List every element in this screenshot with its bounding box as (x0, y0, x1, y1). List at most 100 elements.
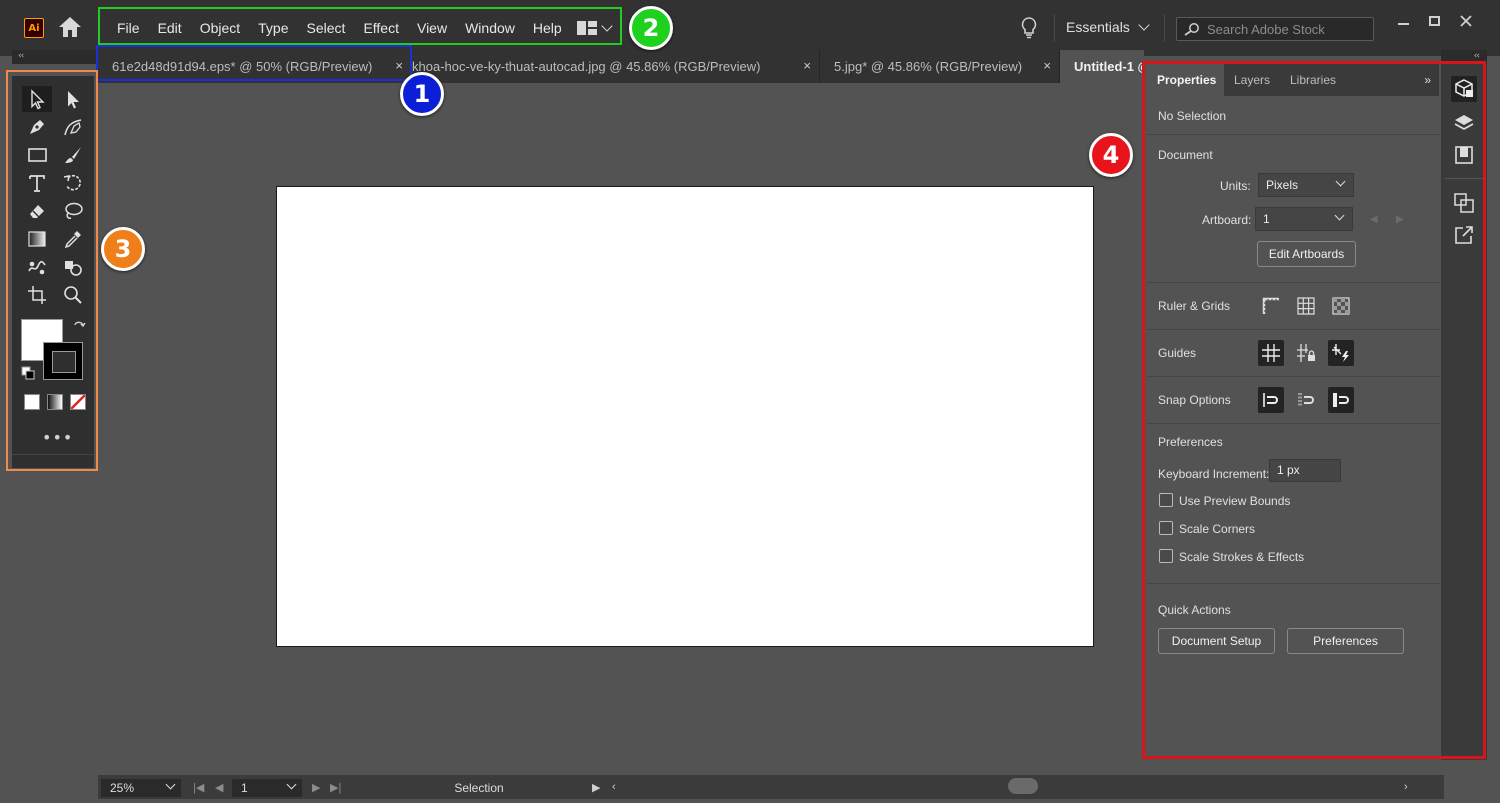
keyboard-increment-input[interactable]: 1 px (1269, 459, 1341, 482)
snap-to-pixel-icon[interactable] (1293, 387, 1319, 413)
menu-type[interactable]: Type (249, 17, 297, 39)
color-mode-button[interactable] (24, 394, 40, 410)
layers-panel-icon[interactable] (1451, 110, 1477, 136)
close-tab-icon[interactable]: × (1043, 58, 1051, 73)
scale-strokes-effects-checkbox[interactable] (1159, 549, 1173, 563)
none-mode-button[interactable] (70, 394, 86, 410)
blend-tool[interactable] (22, 254, 52, 280)
document-tab-4[interactable]: Untitled-1 @ (1060, 50, 1144, 83)
type-tool[interactable] (22, 170, 52, 196)
chevron-down-icon (601, 20, 613, 32)
menu-file[interactable]: File (108, 17, 149, 39)
edit-toolbar-button[interactable]: ••• (42, 428, 73, 447)
menu-window[interactable]: Window (456, 17, 524, 39)
gradient-tool[interactable] (22, 226, 52, 252)
units-select[interactable]: Pixels (1258, 173, 1354, 197)
document-tab-2[interactable]: khoa-hoc-ve-ky-thuat-autocad.jpg @ 45.86… (412, 50, 820, 83)
arrange-documents-button[interactable] (577, 17, 621, 39)
curvature-tool[interactable] (58, 114, 88, 140)
lasso-tool[interactable] (58, 198, 88, 224)
tab-layers[interactable]: Layers (1224, 64, 1280, 96)
previous-artboard-icon[interactable]: ◀ (215, 781, 223, 794)
home-icon[interactable] (57, 15, 83, 39)
minimize-icon[interactable] (1392, 12, 1414, 30)
zoom-level-field[interactable]: 25% (101, 779, 181, 797)
edit-artboards-button[interactable]: Edit Artboards (1257, 241, 1356, 267)
close-tab-icon[interactable]: × (803, 58, 811, 73)
default-colors-icon[interactable] (21, 366, 35, 380)
paintbrush-icon (65, 147, 81, 163)
pen-tool[interactable] (22, 114, 52, 140)
grid-icon[interactable] (1293, 293, 1319, 319)
next-artboard-icon[interactable]: ▶ (1396, 214, 1404, 225)
show-guides-icon[interactable] (1258, 340, 1284, 366)
units-value: Pixels (1266, 178, 1299, 192)
next-artboard-icon[interactable]: ▶ (312, 781, 320, 794)
maximize-icon[interactable] (1423, 12, 1445, 30)
selection-tool[interactable] (22, 86, 52, 112)
menu-effect[interactable]: Effect (354, 17, 408, 39)
tab-properties[interactable]: Properties (1147, 64, 1224, 96)
rotate-tool[interactable] (58, 170, 88, 196)
rulers-icon[interactable] (1258, 293, 1284, 319)
chevron-down-icon (1138, 19, 1150, 31)
document-setup-button[interactable]: Document Setup (1158, 628, 1275, 654)
scroll-left-icon[interactable]: ‹ (612, 781, 616, 793)
preferences-button[interactable]: Preferences (1287, 628, 1404, 654)
first-artboard-icon[interactable]: |◀ (193, 781, 204, 794)
artboard[interactable] (276, 186, 1094, 647)
close-tab-icon[interactable]: × (395, 58, 403, 73)
menu-object[interactable]: Object (191, 17, 249, 39)
close-window-icon[interactable] (1455, 12, 1477, 30)
rectangle-tool[interactable] (22, 142, 52, 168)
annotation-badge-4: 4 (1089, 133, 1133, 177)
previous-artboard-icon[interactable]: ◀ (1370, 214, 1378, 225)
libraries-panel-icon[interactable] (1451, 142, 1477, 168)
workspace-switcher[interactable]: Essentials (1066, 19, 1150, 35)
tab-libraries[interactable]: Libraries (1280, 64, 1346, 96)
canvas[interactable] (98, 83, 1144, 775)
menu-help[interactable]: Help (524, 17, 571, 39)
gradient-mode-button[interactable] (47, 394, 63, 410)
properties-panel-icon[interactable] (1451, 76, 1477, 102)
horizontal-scrollbar[interactable] (1008, 778, 1038, 794)
artboard-navigation-field[interactable]: 1 (232, 779, 302, 797)
annotation-badge-2: 2 (629, 6, 673, 50)
last-artboard-icon[interactable]: ▶| (330, 781, 341, 794)
menu-view[interactable]: View (408, 17, 456, 39)
lightbulb-icon[interactable] (1020, 16, 1038, 40)
smart-guides-icon[interactable] (1328, 340, 1354, 366)
search-input[interactable] (1207, 21, 1372, 37)
dock-collapse-button[interactable]: ‹‹ (1441, 50, 1487, 64)
lock-guides-icon[interactable] (1293, 340, 1319, 366)
toolbar-collapse-button[interactable]: ‹‹ (12, 50, 98, 64)
menu-select[interactable]: Select (298, 17, 355, 39)
snap-to-glyph-icon[interactable] (1328, 387, 1354, 413)
menu-edit[interactable]: Edit (149, 17, 191, 39)
adobe-stock-search[interactable] (1176, 17, 1374, 41)
document-tab-1[interactable]: 61e2d48d91d94.eps* @ 50% (RGB/Preview) × (98, 50, 412, 83)
shape-builder-tool[interactable] (58, 254, 88, 280)
transform-panel-icon[interactable] (1451, 190, 1477, 216)
swap-colors-icon[interactable] (72, 320, 86, 334)
scale-corners-checkbox[interactable] (1159, 521, 1173, 535)
snap-to-point-icon[interactable] (1258, 387, 1284, 413)
use-preview-bounds-checkbox[interactable] (1159, 493, 1173, 507)
panel-divider (1147, 329, 1439, 330)
scale-strokes-effects-label: Scale Strokes & Effects (1179, 550, 1305, 564)
scroll-right-icon[interactable]: › (1404, 781, 1408, 793)
status-menu-arrow-icon[interactable]: ▶ (592, 781, 600, 794)
eraser-tool[interactable] (22, 198, 52, 224)
direct-selection-tool[interactable] (58, 86, 88, 112)
panel-collapse-icon[interactable]: » (1424, 73, 1431, 87)
paintbrush-tool[interactable] (58, 142, 88, 168)
zoom-tool[interactable] (58, 282, 88, 308)
eyedropper-tool[interactable] (58, 226, 88, 252)
artboard-select[interactable]: 1 (1255, 207, 1353, 231)
panel-divider (1147, 134, 1439, 135)
document-tab-3[interactable]: 5.jpg* @ 45.86% (RGB/Preview) × (820, 50, 1060, 83)
transparency-grid-icon[interactable] (1328, 293, 1354, 319)
artboard-tool[interactable] (22, 282, 52, 308)
export-panel-icon[interactable] (1451, 222, 1477, 248)
stroke-color-swatch[interactable] (43, 342, 83, 380)
